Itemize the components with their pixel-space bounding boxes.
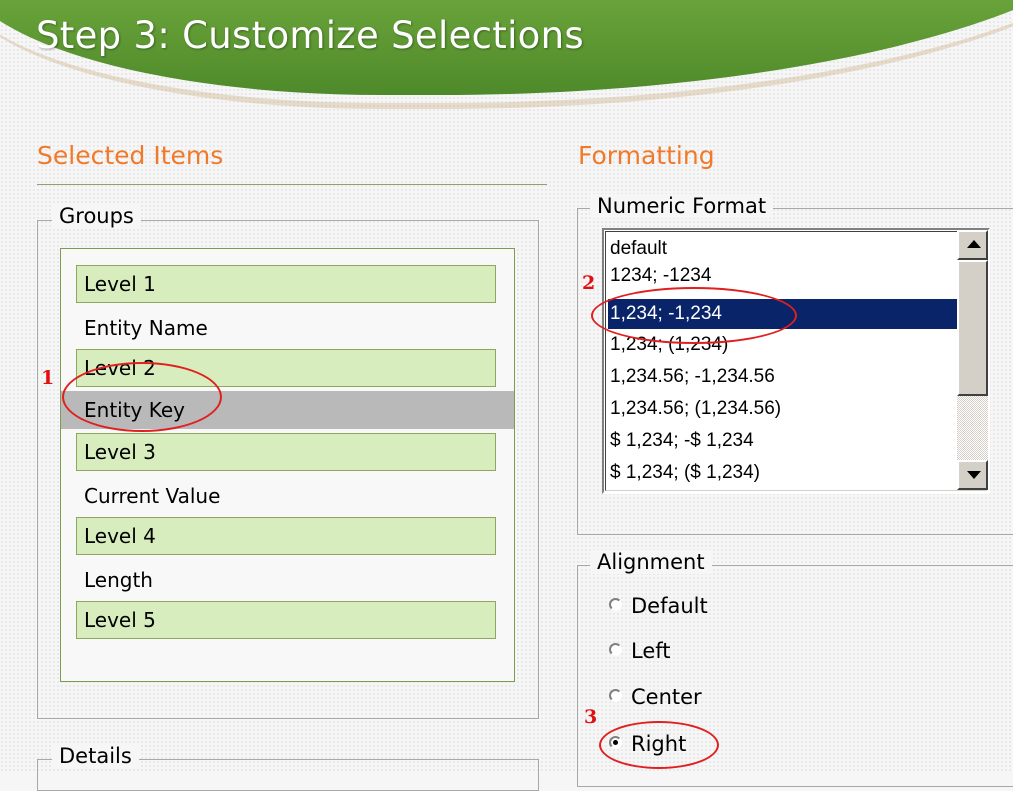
page-title: Step 3: Customize Selections <box>36 14 584 57</box>
radio-button-icon[interactable] <box>609 689 622 702</box>
details-legend: Details <box>52 744 139 768</box>
format-option-comma-minus[interactable]: 1,234; -1,234 <box>608 299 962 329</box>
format-option-plain[interactable]: 1234; -1234 <box>610 261 960 291</box>
group-level-4[interactable]: Level 4 <box>76 517 496 555</box>
scroll-down-button[interactable] <box>957 460 988 490</box>
selected-items-rule <box>37 184 547 185</box>
group-item-length[interactable]: Length <box>76 561 496 599</box>
numeric-format-legend: Numeric Format <box>590 194 774 218</box>
selected-items-heading: Selected Items <box>37 141 224 170</box>
scroll-up-button[interactable] <box>957 230 988 260</box>
alignment-label-default: Default <box>631 594 708 618</box>
alignment-legend: Alignment <box>590 550 712 574</box>
alignment-label-center: Center <box>631 685 702 709</box>
scroll-up-arrow-icon <box>967 240 981 248</box>
alignment-label-right: Right <box>631 732 687 756</box>
annotation-marker-2: 2 <box>582 272 596 294</box>
group-level-2[interactable]: Level 2 <box>76 349 496 387</box>
group-level-1[interactable]: Level 1 <box>76 265 496 303</box>
format-option-comma-paren[interactable]: 1,234; (1,234) <box>610 330 960 360</box>
groups-list: Level 1 Entity Name Level 2 Entity Key L… <box>60 248 515 682</box>
groups-legend: Groups <box>52 204 141 228</box>
annotation-marker-3: 3 <box>584 706 598 728</box>
group-level-3[interactable]: Level 3 <box>76 433 496 471</box>
group-item-entity-key[interactable]: Entity Key <box>61 391 514 429</box>
listbox-scrollbar[interactable] <box>957 230 988 490</box>
group-item-current-value[interactable]: Current Value <box>76 477 496 515</box>
radio-button-icon[interactable] <box>609 736 622 749</box>
format-option-decimal-paren[interactable]: 1,234.56; (1,234.56) <box>610 394 960 424</box>
scroll-thumb[interactable] <box>957 260 988 396</box>
alignment-label-left: Left <box>631 639 671 663</box>
radio-button-icon[interactable] <box>609 643 622 656</box>
format-option-default[interactable]: default <box>610 234 960 264</box>
numeric-format-listbox[interactable]: default 1234; -1234 1,234; -1,234 1,234;… <box>602 228 990 494</box>
group-item-entity-name[interactable]: Entity Name <box>76 309 496 347</box>
radio-button-icon[interactable] <box>609 598 622 611</box>
format-option-dollar-paren[interactable]: $ 1,234; ($ 1,234) <box>610 458 960 488</box>
formatting-heading: Formatting <box>578 141 715 170</box>
group-level-5[interactable]: Level 5 <box>76 601 496 639</box>
scroll-down-arrow-icon <box>967 471 981 479</box>
format-option-dollar-minus[interactable]: $ 1,234; -$ 1,234 <box>610 426 960 456</box>
annotation-marker-1: 1 <box>41 367 55 389</box>
format-option-decimal-minus[interactable]: 1,234.56; -1,234.56 <box>610 362 960 392</box>
